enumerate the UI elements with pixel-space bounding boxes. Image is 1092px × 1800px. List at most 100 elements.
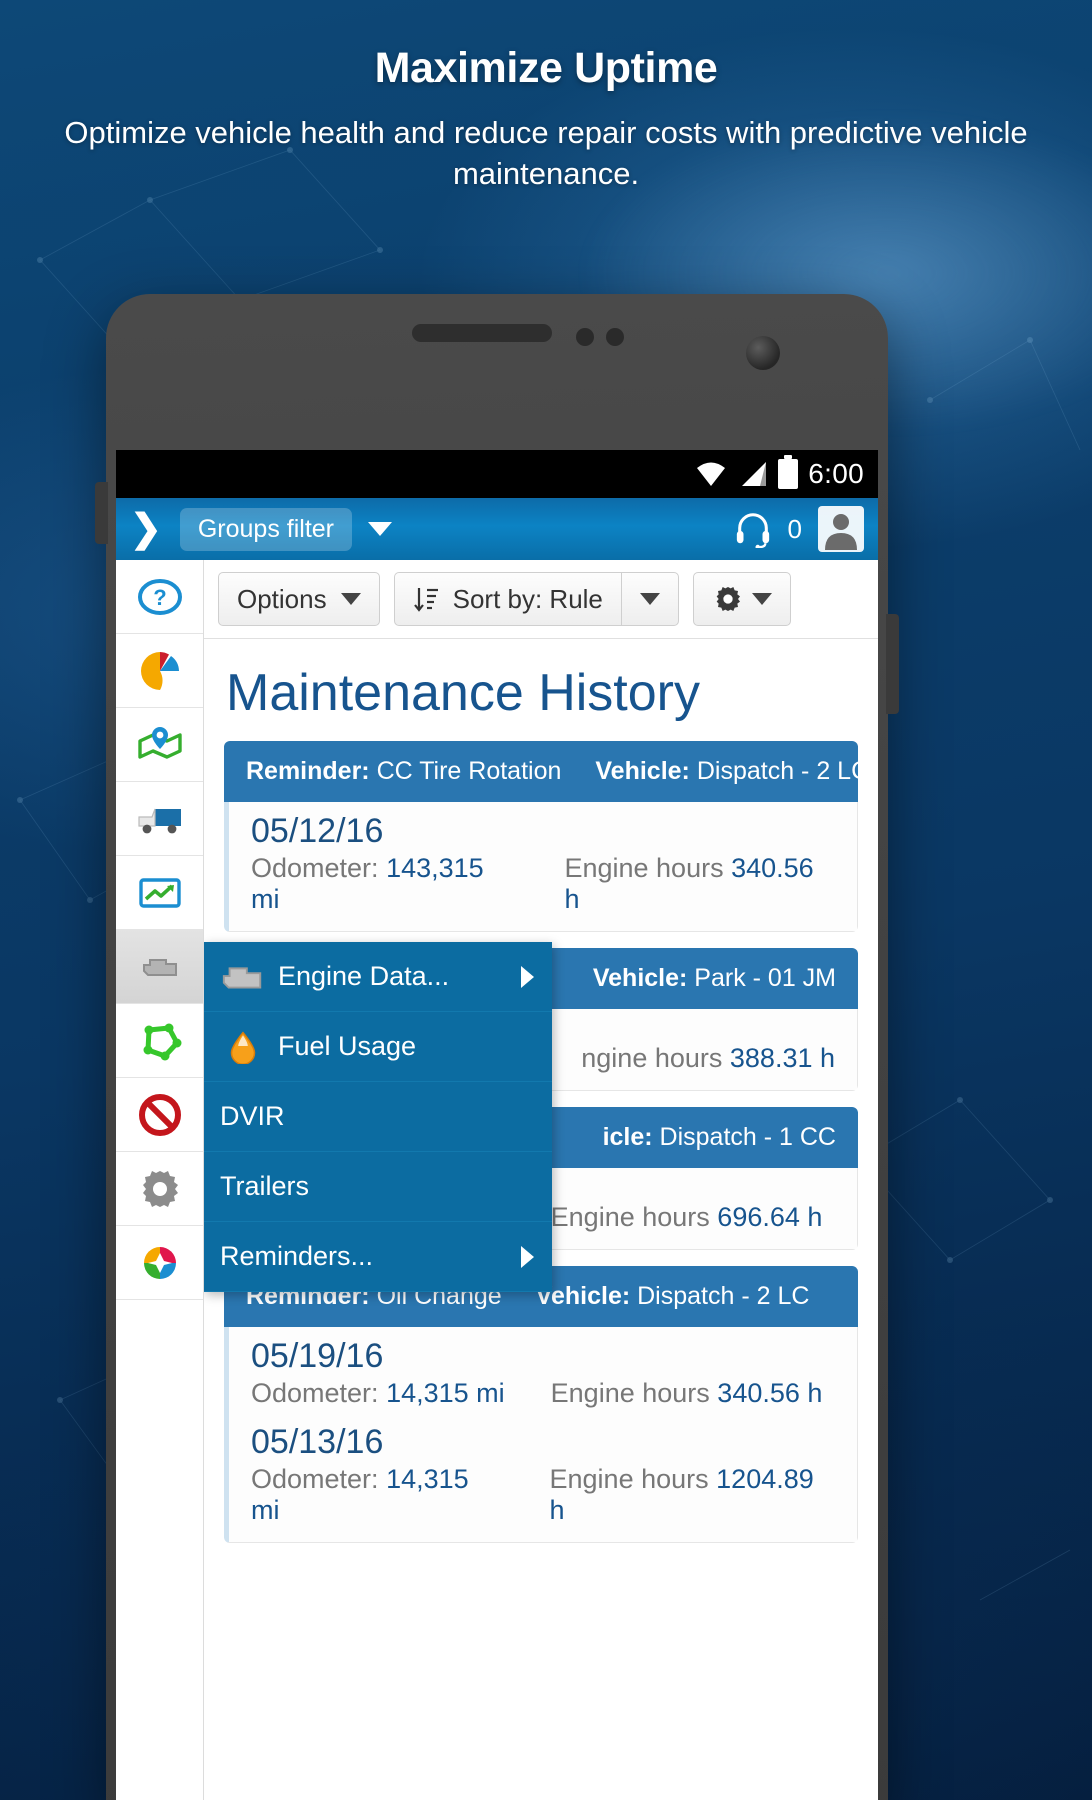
caret-down-icon	[639, 593, 660, 605]
hours-value: 388.31 h	[729, 1043, 835, 1073]
signal-icon	[742, 462, 767, 486]
sort-button[interactable]: Sort by: Rule	[393, 572, 621, 626]
gear-icon	[716, 587, 740, 611]
sort-label: Sort by: Rule	[452, 583, 603, 614]
sidebar-item-addins[interactable]	[116, 1226, 203, 1300]
hours-label: Engine hours	[550, 1378, 710, 1408]
record-stats: Odometer: 14,315 mi Engine hours 340.56 …	[251, 1378, 835, 1409]
hours-label: Engine hours	[550, 1202, 710, 1232]
phone-volume-button	[95, 482, 108, 544]
menu-item-label: Reminders...	[220, 1241, 374, 1271]
vehicle-value: Dispatch - 2 LC	[696, 757, 858, 785]
hours-value: 696.64 h	[717, 1202, 823, 1232]
odometer-value: 14,315 mi	[386, 1378, 505, 1408]
record-card[interactable]: Reminder: CC Tire Rotation Vehicle: Disp…	[224, 741, 858, 932]
app-bar: ❯ Groups filter 0	[116, 498, 878, 560]
promo-text: Maximize Uptime Optimize vehicle health …	[0, 44, 1092, 195]
message-count: 0	[787, 513, 802, 544]
pie-chart-icon	[140, 651, 179, 690]
battery-icon	[778, 455, 799, 489]
fuel-drop-icon	[220, 1030, 266, 1064]
user-avatar-icon[interactable]	[818, 506, 864, 552]
green-polygon-icon	[143, 1023, 181, 1060]
sidebar-item-reports[interactable]	[116, 856, 203, 930]
groups-filter-button[interactable]: Groups filter	[179, 507, 353, 551]
sidebar-item-dashboard[interactable]	[116, 634, 203, 708]
phone-front-camera	[746, 336, 780, 370]
sort-dropdown-button[interactable]	[620, 572, 679, 626]
headset-icon[interactable]	[734, 510, 772, 548]
phone-screen: 6:00 ❯ Groups filter 0 ? Options Sort by…	[116, 450, 878, 1800]
chevron-right-icon[interactable]: ❯	[130, 510, 162, 548]
vehicle-value: Park - 01 JM	[694, 964, 836, 992]
chevron-right-icon	[521, 1245, 534, 1268]
menu-item-engine-data[interactable]: Engine Data...	[204, 942, 552, 1012]
svg-text:?: ?	[153, 585, 166, 610]
context-menu: Engine Data... Fuel Usage DVIR Trailers …	[204, 942, 552, 1292]
odometer-label: Odometer:	[251, 853, 379, 883]
wifi-icon	[697, 462, 726, 486]
hours-label: Engine hours	[564, 853, 724, 883]
map-pin-icon	[137, 726, 182, 759]
engine-icon	[142, 958, 177, 976]
status-bar: 6:00	[116, 450, 878, 498]
menu-item-trailers[interactable]: Trailers	[204, 1152, 552, 1222]
color-pin-icon	[143, 1246, 176, 1279]
settings-button[interactable]	[692, 572, 791, 626]
phone-camera	[576, 328, 594, 346]
gear-icon	[142, 1170, 178, 1207]
sidebar-item-engine[interactable]	[116, 930, 203, 1004]
vehicle-label: icle:	[602, 1123, 653, 1151]
caret-down-icon	[340, 593, 361, 605]
sidebar-item-settings[interactable]	[116, 1152, 203, 1226]
phone-mockup: 6:00 ❯ Groups filter 0 ? Options Sort by…	[95, 294, 899, 1800]
menu-item-label: DVIR	[220, 1101, 285, 1131]
question-circle-icon: ?	[137, 578, 182, 615]
vehicle-value: Dispatch - 1 CC	[659, 1123, 836, 1151]
chevron-right-icon	[521, 965, 534, 988]
record-stats: Odometer: 143,315 mi Engine hours 340.56…	[251, 853, 835, 915]
record-date: 05/13/16	[251, 1423, 384, 1461]
app-bar-right: 0	[734, 506, 864, 552]
caret-down-icon	[751, 593, 772, 605]
hours-label: ngine hours	[581, 1043, 723, 1073]
sidebar-item-vehicles[interactable]	[116, 782, 203, 856]
sidebar-item-help[interactable]: ?	[116, 560, 203, 634]
record-header: Reminder: CC Tire Rotation Vehicle: Disp…	[224, 741, 858, 802]
odometer-label: Odometer:	[251, 1464, 379, 1494]
app-body: ? Options Sort by: Rule Maintenance Hist…	[116, 560, 878, 1800]
content-area: Options Sort by: Rule Maintenance Histor…	[204, 560, 878, 1800]
truck-icon	[137, 808, 181, 833]
options-button[interactable]: Options	[218, 572, 380, 626]
menu-item-label: Trailers	[220, 1171, 310, 1201]
sidebar-item-map[interactable]	[116, 708, 203, 782]
engine-icon	[220, 960, 266, 994]
reminder-value: CC Tire Rotation	[376, 757, 562, 785]
menu-item-reminders[interactable]: Reminders...	[204, 1222, 552, 1292]
reminder-label: Reminder:	[246, 757, 370, 785]
record-card[interactable]: Reminder: Oil Change Vehicle: Dispatch -…	[224, 1266, 858, 1543]
menu-item-dvir[interactable]: DVIR	[204, 1082, 552, 1152]
status-clock: 6:00	[808, 458, 864, 489]
record-date: 05/12/16	[251, 812, 384, 850]
record-body: 05/19/16 Odometer: 14,315 mi Engine hour…	[224, 1327, 858, 1543]
menu-item-label: Engine Data...	[278, 961, 450, 991]
sidebar: ?	[116, 560, 204, 1800]
hours-label: Engine hours	[549, 1464, 709, 1494]
menu-item-fuel-usage[interactable]: Fuel Usage	[204, 1012, 552, 1082]
line-chart-icon	[138, 877, 181, 908]
record-date: 05/19/16	[251, 1337, 384, 1375]
caret-down-icon[interactable]	[368, 522, 393, 536]
sidebar-item-exceptions[interactable]	[116, 1078, 203, 1152]
sort-descending-icon	[413, 588, 438, 612]
promo-subline: Optimize vehicle health and reduce repai…	[64, 115, 1028, 191]
record-stats: Odometer: 14,315 mi Engine hours 1204.89…	[251, 1464, 835, 1526]
record-body: 05/12/16 Odometer: 143,315 mi Engine hou…	[224, 802, 858, 932]
hours-value: 340.56 h	[717, 1378, 823, 1408]
vehicle-label: Vehicle:	[592, 964, 688, 992]
phone-power-button	[886, 614, 899, 714]
sidebar-item-zones[interactable]	[116, 1004, 203, 1078]
vehicle-value: Dispatch - 2 LC	[637, 1282, 810, 1310]
page-title: Maintenance History	[226, 664, 700, 722]
no-entry-icon	[138, 1093, 181, 1136]
